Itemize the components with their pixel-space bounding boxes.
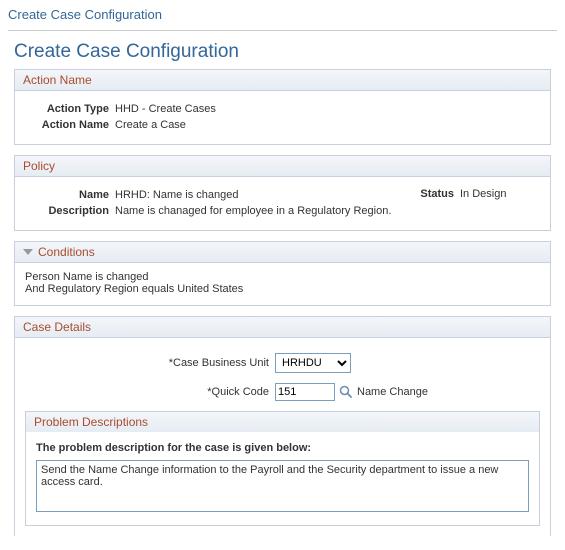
policy-name-value: HRHD: Name is changed (115, 188, 410, 201)
condition-line-1: Person Name is changed (25, 271, 540, 283)
case-business-unit-select[interactable]: HRHDU (275, 353, 351, 373)
action-type-value: HHD - Create Cases (115, 102, 540, 115)
problem-descriptions-section: Problem Descriptions The problem descrip… (25, 411, 540, 526)
action-name-section: Action Name Action Type HHD - Create Cas… (14, 69, 551, 145)
problem-description-textarea[interactable] (36, 460, 529, 512)
divider (8, 30, 557, 31)
page-title: Create Case Configuration (8, 41, 557, 63)
policy-name-label: Name (25, 188, 115, 201)
section-title: Problem Descriptions (34, 415, 148, 429)
conditions-section: Conditions Person Name is changed And Re… (14, 241, 551, 306)
policy-section: Policy Name HRHD: Name is changed Status… (14, 155, 551, 231)
quick-code-input[interactable] (275, 383, 335, 401)
case-details-section: Case Details *Case Business Unit HRHDU *… (14, 316, 551, 536)
problem-description-label: The problem description for the case is … (36, 442, 529, 454)
section-title: Case Details (23, 320, 91, 334)
policy-description-label: Description (25, 204, 115, 217)
collapse-icon (23, 249, 33, 255)
lookup-icon[interactable] (339, 385, 353, 399)
section-title: Action Name (23, 73, 92, 87)
quick-code-description: Name Change (357, 386, 428, 398)
action-name-label: Action Name (25, 118, 115, 131)
section-title: Conditions (38, 245, 95, 259)
quick-code-label: *Quick Code (25, 386, 275, 398)
problem-descriptions-header: Problem Descriptions (26, 412, 539, 432)
case-details-header: Case Details (15, 317, 550, 338)
action-name-value: Create a Case (115, 118, 540, 131)
policy-status-value: In Design (460, 188, 540, 200)
section-title: Policy (23, 159, 55, 173)
condition-line-2: And Regulatory Region equals United Stat… (25, 283, 540, 295)
conditions-header[interactable]: Conditions (15, 242, 550, 263)
policy-header: Policy (15, 156, 550, 177)
case-business-unit-label: *Case Business Unit (25, 357, 275, 369)
policy-status-label: Status (410, 188, 460, 200)
action-name-header: Action Name (15, 70, 550, 91)
breadcrumb[interactable]: Create Case Configuration (8, 5, 557, 26)
action-type-label: Action Type (25, 102, 115, 115)
policy-description-value: Name is chanaged for employee in a Regul… (115, 204, 540, 217)
